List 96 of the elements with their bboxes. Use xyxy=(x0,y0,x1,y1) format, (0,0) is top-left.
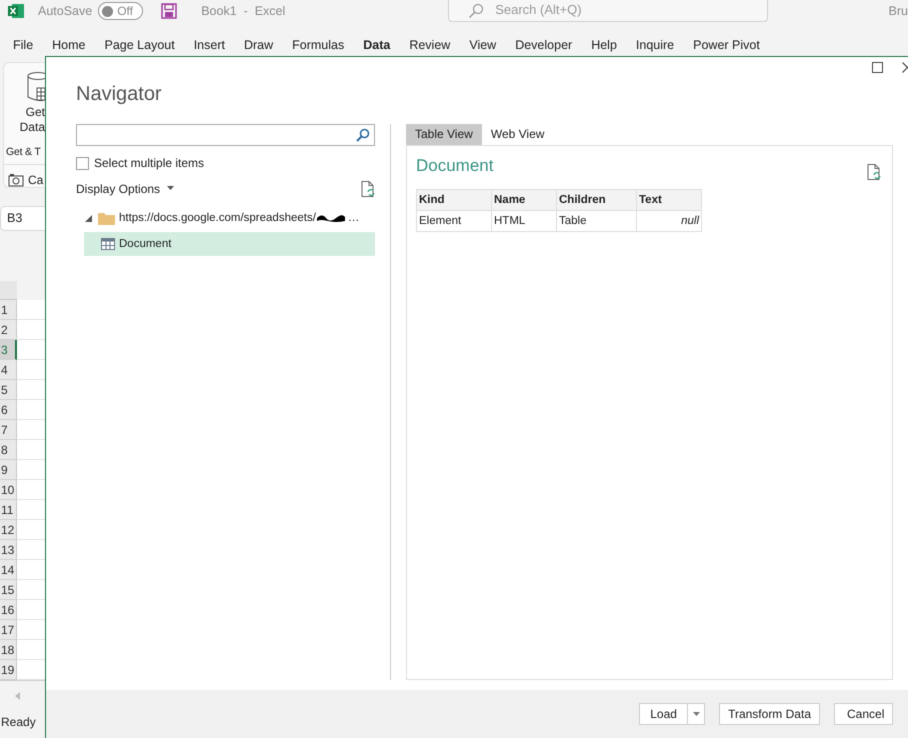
expanded-arrow-icon[interactable] xyxy=(85,214,92,222)
select-all-corner[interactable] xyxy=(0,281,17,300)
grid-cell[interactable] xyxy=(17,620,45,640)
search-icon xyxy=(468,2,484,18)
ribbon-tab[interactable]: Help xyxy=(591,36,617,54)
grid-cell[interactable] xyxy=(17,640,45,660)
folder-icon xyxy=(98,212,115,224)
tree-item[interactable]: https://docs.google.com/spreadsheets/ … xyxy=(76,208,375,228)
table-cell: Table xyxy=(556,210,636,232)
table-icon xyxy=(101,238,115,250)
row-header[interactable]: 7 xyxy=(0,420,17,440)
dialog-title: Navigator xyxy=(75,82,163,107)
column-header: Name xyxy=(492,190,556,210)
ribbon-tab[interactable]: Insert xyxy=(194,36,225,54)
grid-cell[interactable] xyxy=(17,340,45,360)
maximize-icon[interactable] xyxy=(872,62,883,73)
grid-cell[interactable] xyxy=(17,420,45,440)
search-field[interactable] xyxy=(76,124,375,146)
dialog-button[interactable]: Transform Data xyxy=(719,703,820,725)
grid-cell[interactable] xyxy=(17,400,45,420)
grid-cell[interactable] xyxy=(17,540,45,560)
camera-button[interactable]: Ca xyxy=(4,165,45,187)
column-header: Children xyxy=(556,190,636,210)
get-data-button[interactable]: Get Data xyxy=(4,63,45,138)
grid-cell[interactable] xyxy=(17,460,45,480)
document-title: Book1 - Excel xyxy=(201,4,286,18)
column-header: Kind xyxy=(416,190,492,210)
dropdown-button[interactable] xyxy=(688,703,706,725)
ribbon-tab[interactable]: Page Layout xyxy=(104,36,175,54)
row-header[interactable]: 4 xyxy=(0,360,17,380)
checkbox-label: Select multiple items xyxy=(94,156,204,170)
ribbon-tab[interactable]: Data xyxy=(363,36,390,54)
preview-title: Document xyxy=(416,156,494,176)
row-header[interactable]: 8 xyxy=(0,440,17,460)
row-header[interactable]: 18 xyxy=(0,640,17,660)
search-icon[interactable] xyxy=(356,128,370,142)
grid-cell[interactable] xyxy=(17,300,45,320)
user-name: Bru xyxy=(888,4,908,18)
ribbon-tab[interactable]: Power Pivot xyxy=(693,36,760,54)
ribbon-tab[interactable]: Inquire xyxy=(636,36,674,54)
table-cell: null xyxy=(636,210,702,232)
scroll-left-icon[interactable] xyxy=(15,692,20,700)
row-header[interactable]: 19 xyxy=(0,660,17,680)
ribbon-tab[interactable]: View xyxy=(469,36,496,54)
excel-logo-icon xyxy=(8,3,24,19)
row-header[interactable]: 15 xyxy=(0,580,17,600)
row-header[interactable]: 16 xyxy=(0,600,17,620)
ribbon-tab[interactable]: Draw xyxy=(244,36,274,54)
row-header[interactable]: 9 xyxy=(0,460,17,480)
grid-cell[interactable] xyxy=(17,380,45,400)
save-icon[interactable] xyxy=(161,3,178,19)
row-header[interactable]: 6 xyxy=(0,400,17,420)
table-cell: HTML xyxy=(492,210,556,232)
grid-cell[interactable] xyxy=(17,580,45,600)
ribbon-tab[interactable]: File xyxy=(13,36,34,54)
load-button[interactable]: Load xyxy=(639,703,688,725)
row-header[interactable]: 2 xyxy=(0,320,17,340)
view-tab[interactable]: Web View xyxy=(482,124,554,145)
grid-cell[interactable] xyxy=(17,360,45,380)
row-header[interactable]: 13 xyxy=(0,540,17,560)
dialog-button[interactable]: Cancel xyxy=(834,703,893,725)
grid-cell[interactable] xyxy=(17,480,45,500)
grid-cell[interactable] xyxy=(17,440,45,460)
grid-cell[interactable] xyxy=(17,500,45,520)
name-box[interactable]: B3 xyxy=(0,206,45,231)
row-header[interactable]: 14 xyxy=(0,560,17,580)
row-header[interactable]: 17 xyxy=(0,620,17,640)
grid-cell[interactable] xyxy=(17,320,45,340)
grid-cell[interactable] xyxy=(17,660,45,680)
row-header[interactable]: 3 xyxy=(0,340,17,360)
camera-icon xyxy=(8,173,24,187)
row-header[interactable]: 5 xyxy=(0,380,17,400)
autosave-label: AutoSave xyxy=(38,4,92,18)
row-header[interactable]: 10 xyxy=(0,480,17,500)
caret-icon xyxy=(692,712,700,716)
ribbon-tab[interactable]: Review xyxy=(409,36,450,54)
row-header[interactable]: 11 xyxy=(0,500,17,520)
column-header: Text xyxy=(636,190,702,210)
row-header[interactable]: 12 xyxy=(0,520,17,540)
row-header[interactable]: 1 xyxy=(0,300,17,320)
tree-item[interactable]: Document xyxy=(84,232,375,256)
display-options-dropdown[interactable]: Display Options xyxy=(76,182,174,196)
ribbon-tab[interactable]: Formulas xyxy=(292,36,344,54)
grid-cell[interactable] xyxy=(17,520,45,540)
view-tab[interactable]: Table View xyxy=(406,124,482,145)
refresh-document-icon[interactable] xyxy=(361,181,375,197)
grid-cell[interactable] xyxy=(17,560,45,580)
table-cell: Element xyxy=(416,210,492,232)
ribbon-tab[interactable]: Developer xyxy=(515,36,572,54)
checkbox[interactable] xyxy=(76,156,89,170)
refresh-document-icon[interactable] xyxy=(867,164,881,180)
search-field[interactable]: Search (Alt+Q) xyxy=(448,0,768,22)
caret-icon xyxy=(167,186,174,190)
grid-cell[interactable] xyxy=(17,600,45,620)
status-text: Ready xyxy=(0,714,37,731)
ribbon-tab[interactable]: Home xyxy=(52,36,86,54)
